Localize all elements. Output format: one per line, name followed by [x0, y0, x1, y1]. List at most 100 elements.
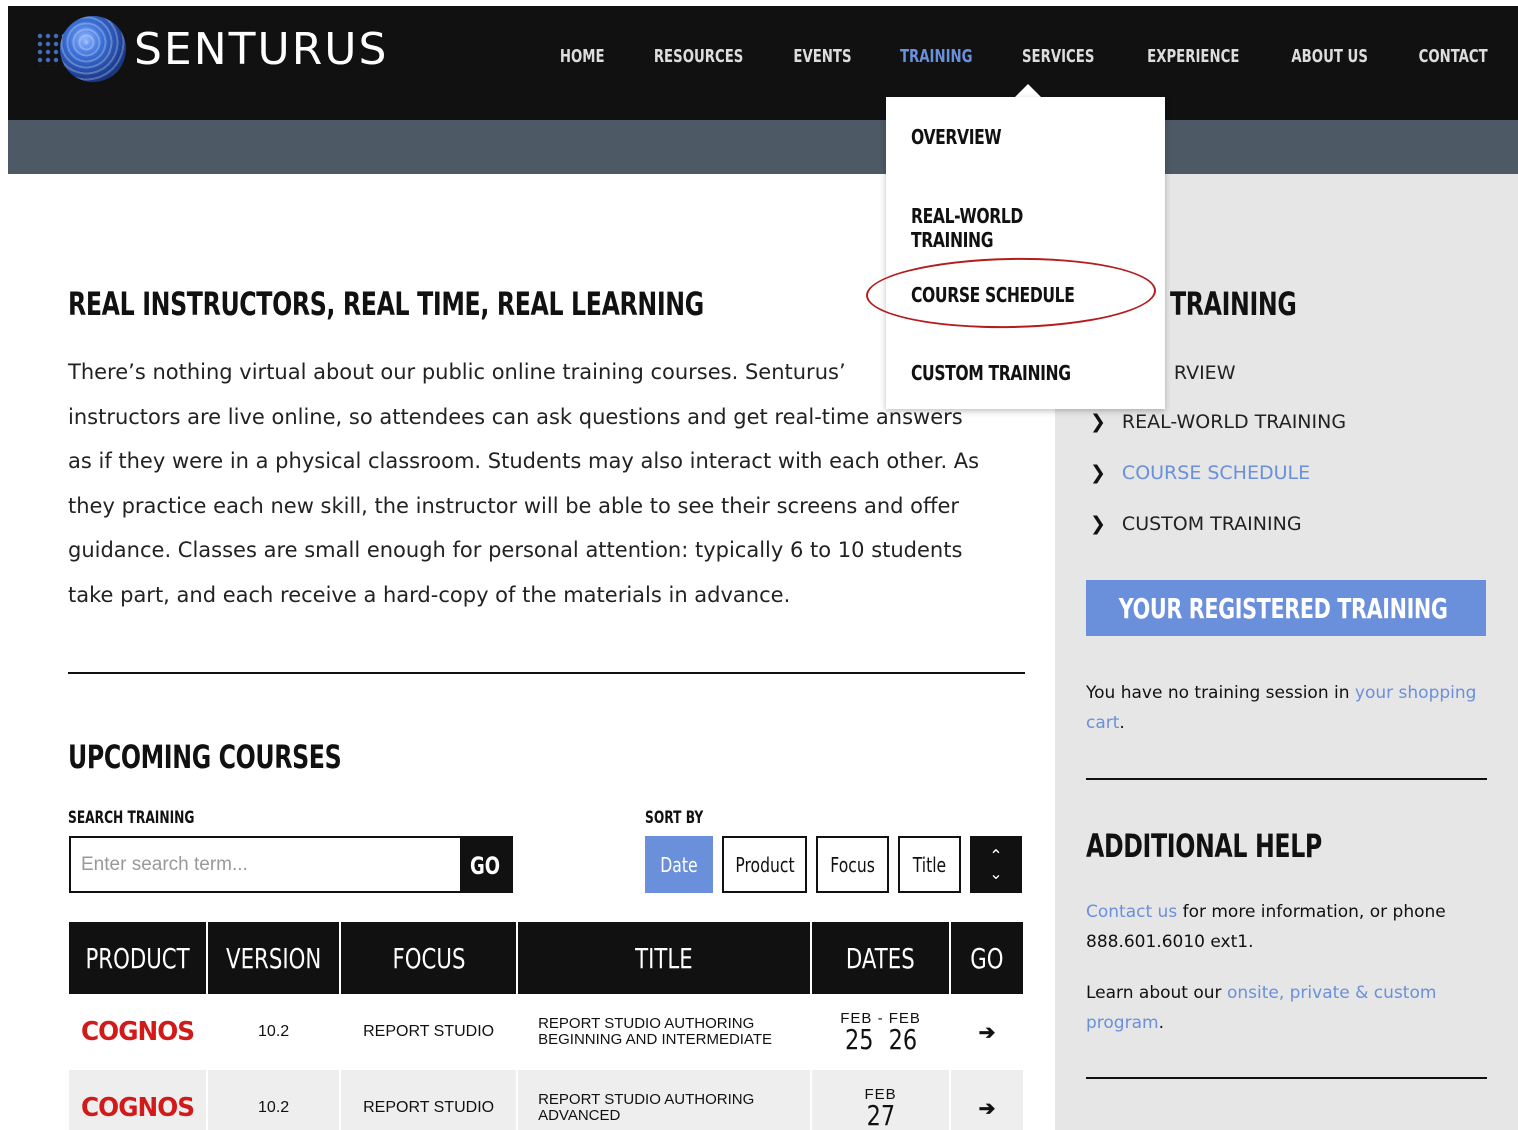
top-header: SENTURUS HOME RESOURCES EVENTS TRAINING … — [8, 6, 1518, 120]
sidebar-item-course-schedule[interactable]: ❯ COURSE SCHEDULE — [1090, 462, 1310, 484]
intro-line: instructors are live online, so attendee… — [68, 404, 963, 429]
arrow-right-icon[interactable]: ➔ — [979, 1098, 996, 1120]
nav-events[interactable]: EVENTS — [779, 46, 865, 67]
sort-date-label: Date — [660, 852, 698, 877]
focus-cell: REPORT STUDIO — [340, 1070, 519, 1130]
nav-contact[interactable]: CONTACT — [1404, 46, 1501, 67]
col-header-label: FOCUS — [392, 941, 466, 975]
registered-training-button[interactable]: YOUR REGISTERED TRAINING — [1086, 580, 1486, 636]
learn-text: Learn about our — [1086, 983, 1227, 1003]
sidebar-item-label: REAL-WORLD TRAINING — [1121, 411, 1347, 433]
col-header-dates[interactable]: DATES — [811, 922, 952, 994]
dates-cell: FEB - FEB 25 26 — [811, 994, 952, 1070]
sidebar-item-custom-training[interactable]: ❯ CUSTOM TRAINING — [1090, 513, 1302, 535]
focus-cell: REPORT STUDIO — [340, 994, 519, 1070]
chevron-right-icon: ❯ — [1090, 411, 1106, 433]
go-cell[interactable]: ➔ — [950, 994, 1023, 1070]
col-header-label: PRODUCT — [85, 941, 190, 975]
registered-training-label: YOUR REGISTERED TRAINING — [1118, 591, 1448, 625]
sort-focus-button[interactable]: Focus — [816, 836, 889, 893]
senturus-logo[interactable]: SENTURUS — [36, 14, 388, 84]
table-row[interactable]: COGNOS 10.2 REPORT STUDIO REPORT STUDIO … — [69, 994, 1023, 1070]
cognos-logo: COGNOS — [80, 1017, 195, 1047]
intro-line: take part, and each receive a hard-copy … — [68, 582, 791, 607]
col-header-label: DATES — [846, 941, 916, 975]
product-cell: COGNOS — [69, 994, 209, 1070]
sort-direction-toggle[interactable]: ⌃ ⌄ — [970, 836, 1022, 893]
dates-days: 25 26 — [844, 1023, 917, 1056]
dropdown-item-overview[interactable]: OVERVIEW — [911, 125, 1002, 149]
col-header-label: VERSION — [225, 941, 322, 975]
chevron-right-icon: ❯ — [1090, 462, 1106, 484]
chevron-right-icon: ❯ — [1090, 513, 1106, 535]
go-label: GO — [470, 851, 501, 880]
sidebar-item-label: RVIEW — [1173, 362, 1236, 384]
sort-focus-label: Focus — [830, 852, 875, 877]
intro-paragraph: There’s nothing virtual about our public… — [68, 350, 1028, 617]
additional-help-heading: ADDITIONAL HELP — [1086, 827, 1322, 865]
go-cell[interactable]: ➔ — [950, 1070, 1023, 1130]
nav-resources[interactable]: RESOURCES — [640, 46, 757, 67]
arrow-right-icon[interactable]: ➔ — [979, 1022, 996, 1044]
chevron-down-icon: ⌄ — [989, 863, 1003, 883]
sidebar-divider — [1086, 1077, 1487, 1079]
col-header-product[interactable]: PRODUCT — [69, 922, 209, 994]
col-header-version[interactable]: VERSION — [207, 922, 342, 994]
section-divider — [68, 672, 1025, 674]
table-row[interactable]: COGNOS 10.2 REPORT STUDIO REPORT STUDIO … — [69, 1070, 1023, 1130]
search-box: GO — [69, 836, 513, 893]
version-cell: 10.2 — [207, 1070, 342, 1130]
search-input[interactable] — [81, 846, 451, 884]
dropdown-item-real-world-training[interactable]: REAL-WORLD TRAINING — [911, 204, 1109, 252]
training-dropdown-menu: OVERVIEW REAL-WORLD TRAINING COURSE SCHE… — [886, 97, 1165, 409]
search-go-button[interactable]: GO — [460, 838, 511, 893]
col-header-label: GO — [970, 941, 1004, 975]
col-header-title[interactable]: TITLE — [517, 922, 813, 994]
title-cell[interactable]: REPORT STUDIO AUTHORING BEGINNING AND IN… — [517, 994, 813, 1070]
title-line: BEGINNING AND INTERMEDIATE — [538, 1031, 773, 1048]
sort-title-label: Title — [912, 852, 947, 877]
cart-text-end: . — [1119, 713, 1125, 733]
sidebar-title: TRAINING — [1170, 285, 1297, 323]
chevron-up-icon: ⌃ — [989, 845, 1003, 865]
version-cell: 10.2 — [207, 994, 342, 1070]
cart-status-text: You have no training session in your sho… — [1086, 678, 1481, 738]
page-title: REAL INSTRUCTORS, REAL TIME, REAL LEARNI… — [68, 285, 704, 323]
learn-about-text: Learn about our onsite, private & custom… — [1086, 978, 1481, 1038]
intro-line: they practice each new skill, the instru… — [68, 493, 960, 518]
nav-training[interactable]: TRAINING — [886, 46, 986, 67]
intro-line: guidance. Classes are small enough for p… — [68, 538, 963, 562]
sort-product-label: Product — [734, 852, 795, 877]
cart-text: You have no training session in — [1086, 683, 1355, 703]
dates-cell: FEB 27 — [811, 1070, 952, 1130]
sort-label: SORT BY — [645, 808, 704, 828]
nav-services[interactable]: SERVICES — [1008, 46, 1108, 67]
nav-about-us[interactable]: ABOUT US — [1278, 46, 1382, 67]
contact-us-link[interactable]: Contact us — [1086, 902, 1177, 922]
logo-text: SENTURUS — [134, 23, 389, 75]
col-header-go: GO — [950, 922, 1023, 994]
sort-product-button[interactable]: Product — [722, 836, 807, 893]
dropdown-item-custom-training[interactable]: CUSTOM TRAINING — [911, 361, 1071, 385]
dates-days: 27 — [866, 1099, 895, 1130]
title-cell[interactable]: REPORT STUDIO AUTHORING ADVANCED — [517, 1070, 813, 1130]
sidebar-divider — [1086, 778, 1487, 780]
col-header-focus[interactable]: FOCUS — [340, 922, 519, 994]
sort-title-button[interactable]: Title — [898, 836, 961, 893]
col-header-label: TITLE — [635, 941, 693, 975]
title-line: REPORT STUDIO AUTHORING — [538, 1015, 755, 1032]
main-nav: HOME RESOURCES EVENTS TRAINING SERVICES … — [538, 46, 1512, 67]
sort-date-button[interactable]: Date — [645, 836, 713, 893]
intro-line: as if they were in a physical classroom.… — [68, 449, 980, 473]
sub-header-bar — [8, 120, 1518, 174]
nav-experience[interactable]: EXPERIENCE — [1133, 46, 1253, 67]
contact-text: Contact us for more information, or phon… — [1086, 897, 1481, 957]
upcoming-courses-heading: UPCOMING COURSES — [68, 738, 342, 776]
title-line: ADVANCED — [538, 1107, 621, 1124]
sidebar-item-real-world-training[interactable]: ❯ REAL-WORLD TRAINING — [1090, 411, 1346, 433]
search-label: SEARCH TRAINING — [68, 808, 195, 828]
nav-home[interactable]: HOME — [546, 46, 619, 67]
globe-logo-icon — [36, 14, 128, 84]
learn-text-end: . — [1158, 1013, 1164, 1033]
title-line: REPORT STUDIO AUTHORING — [538, 1091, 755, 1108]
